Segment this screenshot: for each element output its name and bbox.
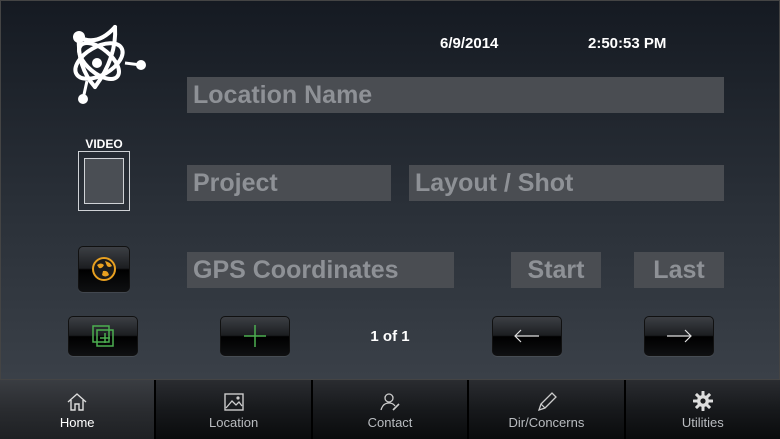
add-box-icon: [92, 325, 114, 347]
arrow-left-icon: [514, 329, 539, 343]
video-thumbnail[interactable]: [78, 151, 130, 211]
pencil-icon: [538, 392, 558, 412]
page-indicator: 1 of 1: [370, 328, 410, 345]
tab-contact[interactable]: Contact: [312, 380, 468, 439]
video-label: VIDEO: [85, 137, 123, 151]
globe-icon: [92, 257, 116, 281]
tab-label-contact: Contact: [367, 415, 413, 430]
layout-shot-field[interactable]: Layout / Shot: [409, 165, 724, 201]
tab-utilities[interactable]: Utilities: [625, 380, 780, 439]
video-preview: [84, 158, 124, 204]
project-field[interactable]: Project: [187, 165, 391, 201]
tab-location[interactable]: Location: [156, 380, 311, 439]
gps-coordinates-field[interactable]: GPS Coordinates: [187, 252, 454, 288]
home-icon: [67, 393, 87, 411]
plus-icon: [244, 325, 266, 347]
main-screen: 6/9/2014 2:50:53 PM Location Name VIDEO …: [0, 0, 780, 380]
arrow-right-icon: [667, 329, 692, 343]
last-button[interactable]: Last: [634, 252, 724, 288]
image-icon: [223, 393, 244, 411]
tab-label-home: Home: [59, 415, 95, 430]
location-name-field[interactable]: Location Name: [187, 77, 724, 113]
next-button[interactable]: [644, 316, 714, 356]
gear-icon: [692, 391, 713, 411]
tab-bar: Home Location Contact Dir/Concerns Utili…: [0, 380, 780, 439]
tab-label-dir-concerns: Dir/Concerns: [508, 415, 585, 430]
app-logo: [73, 25, 146, 104]
previous-button[interactable]: [492, 316, 562, 356]
tab-dir-concerns[interactable]: Dir/Concerns: [469, 380, 624, 439]
tab-label-location: Location: [209, 415, 259, 430]
start-button[interactable]: Start: [511, 252, 601, 288]
add-record-button[interactable]: [68, 316, 138, 356]
tab-home[interactable]: Home: [0, 380, 155, 439]
time-label: 2:50:53 PM: [588, 35, 667, 52]
gps-locate-button[interactable]: [78, 246, 130, 292]
tab-label-utilities: Utilities: [681, 415, 724, 430]
contact-icon: [380, 393, 400, 411]
add-button[interactable]: [220, 316, 290, 356]
date-label: 6/9/2014: [440, 35, 499, 52]
